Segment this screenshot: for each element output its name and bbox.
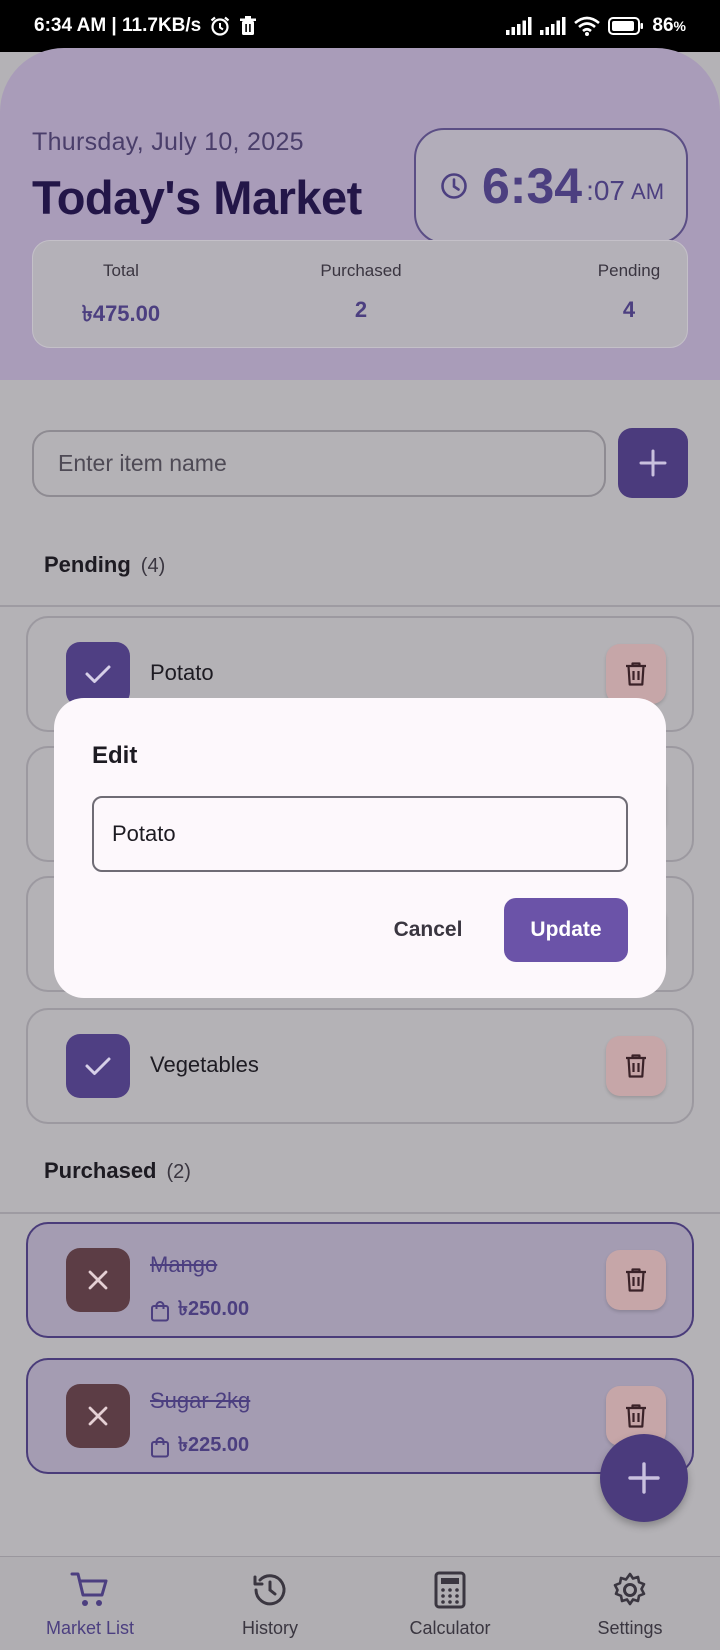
current-date: Thursday, July 10, 2025 xyxy=(32,128,304,156)
item-name: Mango xyxy=(150,1252,218,1277)
item-price: ৳225.00 xyxy=(150,1430,249,1463)
cart-icon xyxy=(70,1572,108,1606)
purchased-list-item[interactable]: Sugar 2kg ৳225.00 xyxy=(26,1358,694,1474)
total-value: ৳475.00 xyxy=(81,301,161,326)
calculator-icon xyxy=(434,1571,466,1609)
pending-value: 4 xyxy=(622,297,636,322)
nav-history[interactable]: History xyxy=(180,1571,360,1639)
signal-icon xyxy=(506,17,532,35)
delete-item-button[interactable] xyxy=(606,1250,666,1310)
item-name: Potato xyxy=(150,660,214,685)
clock-card: 6:34 :07 AM xyxy=(414,128,688,244)
update-button[interactable]: Update xyxy=(504,898,628,962)
battery-level: 86% xyxy=(652,15,686,36)
delete-item-button[interactable] xyxy=(606,1036,666,1096)
item-price-value: ৳225.00 xyxy=(178,1434,250,1456)
check-icon xyxy=(85,665,111,683)
shopping-bag-icon xyxy=(151,1436,169,1457)
clock-hours-minutes: 6:34 xyxy=(482,158,583,214)
dialog-title: Edit xyxy=(92,742,138,769)
nav-label: Market List xyxy=(45,1618,135,1638)
nav-label: History xyxy=(241,1618,298,1638)
purchased-section-header: Purchased (2) xyxy=(44,1158,191,1184)
purchased-divider xyxy=(0,1212,720,1214)
trash-icon xyxy=(626,1268,646,1292)
cancel-button[interactable]: Cancel xyxy=(378,898,478,962)
item-price: ৳250.00 xyxy=(150,1294,249,1327)
trash-icon xyxy=(626,1054,646,1078)
nav-settings[interactable]: Settings xyxy=(540,1571,720,1639)
summary-total: Total ৳475.00 xyxy=(51,261,191,334)
plus-icon xyxy=(628,1462,660,1494)
delete-item-button[interactable] xyxy=(606,644,666,704)
unmark-purchased-button[interactable] xyxy=(66,1384,130,1448)
item-name-input[interactable] xyxy=(32,430,606,497)
status-bar: 6:34 AM | 11.7KB/s 86% xyxy=(0,0,720,52)
trash-icon xyxy=(626,1404,646,1428)
item-price-value: ৳250.00 xyxy=(178,1298,250,1320)
gear-icon xyxy=(613,1572,646,1606)
edit-item-input[interactable] xyxy=(92,796,628,872)
clock-seconds: :07 xyxy=(586,175,626,206)
add-item-button[interactable] xyxy=(618,428,688,498)
status-right: 86% xyxy=(506,15,686,37)
purchased-label: Purchased xyxy=(320,261,402,280)
mark-purchased-checkbox[interactable] xyxy=(66,642,130,706)
close-icon xyxy=(88,1270,108,1290)
purchased-section-count: (2) xyxy=(166,1161,191,1183)
purchased-list-item[interactable]: Mango ৳250.00 xyxy=(26,1222,694,1338)
status-left: 6:34 AM | 11.7KB/s xyxy=(34,15,257,37)
battery-icon xyxy=(608,17,644,35)
page-title: Today's Market xyxy=(32,171,362,224)
pending-section-title: Pending xyxy=(44,552,131,577)
wifi-icon xyxy=(574,16,601,36)
pending-section-header: Pending (4) xyxy=(44,552,165,578)
summary-card: Total ৳475.00 Purchased 2 Pending 4 xyxy=(32,240,688,348)
purchased-value: 2 xyxy=(354,297,368,322)
item-name: Vegetables xyxy=(150,1052,259,1077)
unmark-purchased-button[interactable] xyxy=(66,1248,130,1312)
pending-section-count: (4) xyxy=(140,555,166,577)
edit-dialog: Edit Cancel Update xyxy=(54,698,666,998)
nav-market-list[interactable]: Market List xyxy=(0,1571,180,1639)
plus-icon xyxy=(639,449,667,477)
purchased-section-title: Purchased xyxy=(44,1158,157,1183)
nav-label: Calculator xyxy=(409,1618,491,1638)
trash-icon xyxy=(626,662,646,686)
summary-pending: Pending 4 xyxy=(579,261,679,323)
item-name: Sugar 2kg xyxy=(150,1388,251,1413)
check-icon xyxy=(85,1057,111,1075)
shopping-bag-icon xyxy=(151,1300,169,1321)
trash-status-icon xyxy=(240,16,257,35)
pending-label: Pending xyxy=(597,261,661,280)
clock-icon xyxy=(441,173,467,199)
history-icon xyxy=(253,1574,286,1606)
nav-calculator[interactable]: Calculator xyxy=(360,1571,540,1639)
summary-purchased: Purchased 2 xyxy=(291,261,431,323)
bottom-navigation: Market List History Calculator Settings xyxy=(0,1556,720,1650)
pending-divider xyxy=(0,605,720,607)
mark-purchased-checkbox[interactable] xyxy=(66,1034,130,1098)
alarm-icon xyxy=(211,16,230,36)
add-item-fab[interactable] xyxy=(600,1434,688,1522)
clock-ampm: AM xyxy=(631,179,665,204)
nav-label: Settings xyxy=(597,1618,663,1638)
total-label: Total xyxy=(103,261,139,280)
signal-2-icon xyxy=(540,17,566,35)
status-time-speed: 6:34 AM | 11.7KB/s xyxy=(34,15,202,36)
close-icon xyxy=(88,1406,108,1426)
list-item[interactable]: Vegetables xyxy=(26,1008,694,1124)
